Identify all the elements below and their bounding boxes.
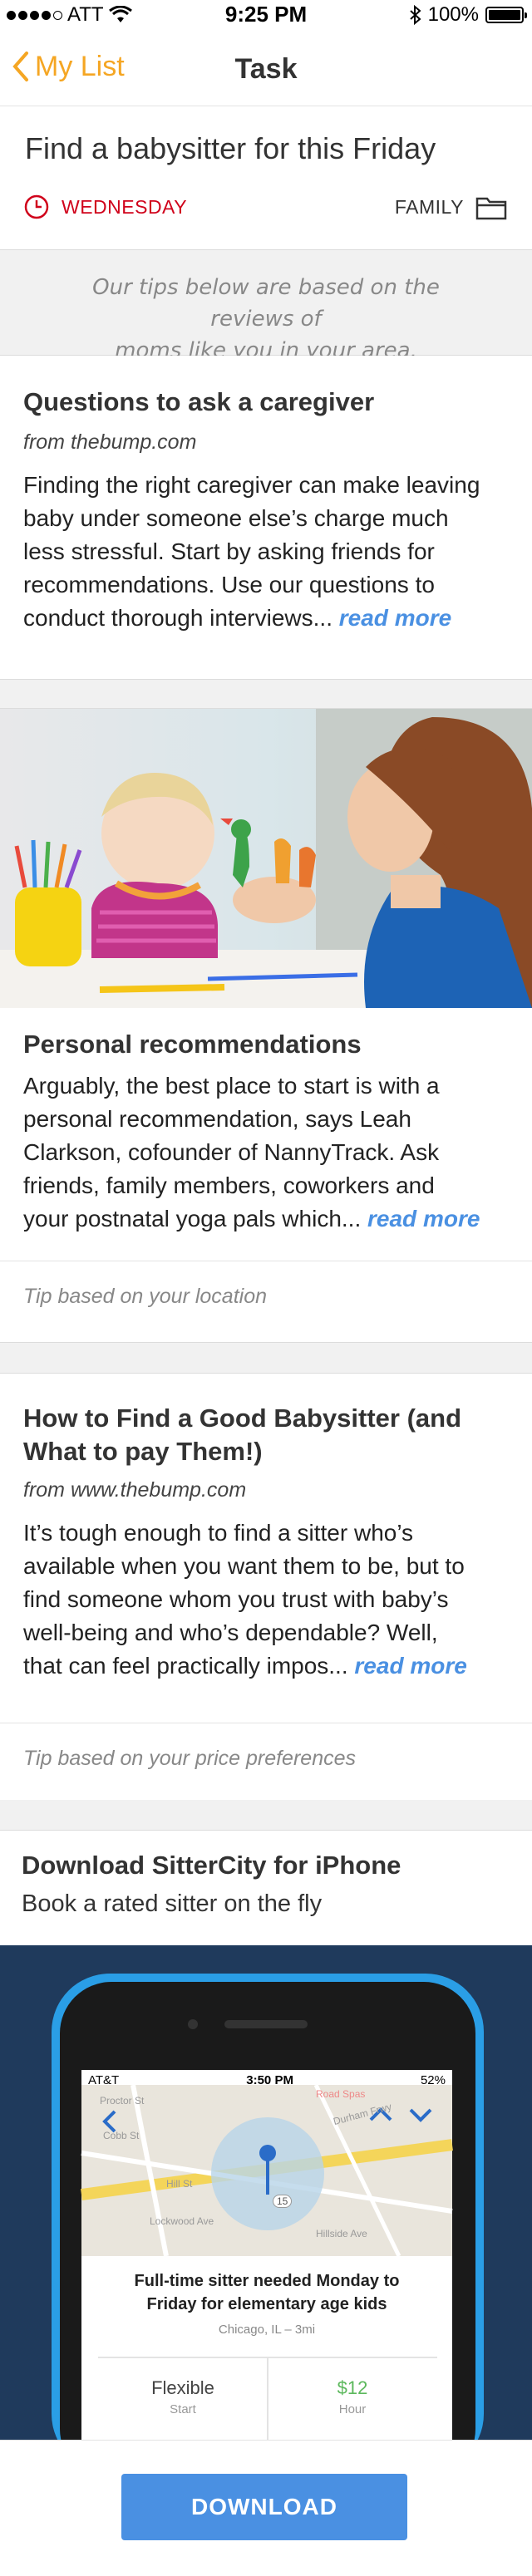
card-title-line: What to pay Them!) (23, 1437, 263, 1466)
chevron-left-icon (12, 52, 28, 81)
body-last-line: that can feel practically impos... read … (23, 1653, 467, 1679)
clock-icon (24, 194, 49, 219)
body-line: available when you want them to be, but … (23, 1553, 465, 1579)
start-label: Start (170, 2402, 196, 2416)
battery-icon (485, 7, 527, 23)
map-label: Road Spas (316, 2088, 366, 2100)
body-last-line: your postnatal yoga pals which... read m… (23, 1206, 480, 1231)
promo-phone-image: AT&T 3:50 PM 52% Proctor St Cobb St Durh… (0, 1945, 532, 2442)
route-badge: 15 (273, 2195, 293, 2208)
body-line: baby under someone else’s charge much (23, 505, 449, 531)
job-location: Chicago, IL – 3mi (218, 2323, 316, 2337)
bluetooth-icon (409, 5, 421, 25)
body-line: friends, family members, coworkers and (23, 1172, 435, 1198)
status-bar: ATT 9:25 PM 100% (0, 0, 532, 33)
body-last-line: conduct thorough interviews... read more (23, 605, 452, 631)
section-gap (0, 1800, 532, 1830)
body-line: Clarkson, cofounder of NannyTrack. Ask (23, 1139, 440, 1165)
tip-footer: Tip based on your price preferences (0, 1723, 532, 1797)
read-more-link[interactable]: read more (367, 1206, 480, 1231)
battery-percent: 100% (427, 3, 479, 26)
card-body: Arguably, the best place to start is wit… (23, 1069, 514, 1236)
map-label: Hill St (166, 2178, 193, 2190)
section-gap (0, 680, 532, 708)
back-button[interactable]: My List (10, 50, 125, 83)
card-title-line: How to Find a Good Babysitter (and (23, 1404, 461, 1433)
download-bar: DOWNLOAD (0, 2440, 532, 2576)
tip-card-questions[interactable]: Questions to ask a caregiver from thebum… (0, 356, 532, 680)
card-title: Questions to ask a caregiver (23, 387, 375, 416)
task-title: Find a babysitter for this Friday (25, 131, 436, 165)
card-source: from www.thebump.com (23, 1478, 247, 1502)
rate-value: $12 (337, 2377, 368, 2398)
job-title: Full-time sitter needed Monday to Friday… (134, 2272, 400, 2313)
promo-title: Download SitterCity for iPhone (22, 1851, 401, 1880)
map-label: Cobb St (103, 2130, 140, 2141)
section-gap (0, 1343, 532, 1373)
body-line: It’s tough enough to find a sitter who’s (23, 1520, 414, 1546)
tips-info-banner: Our tips below are based on the reviews … (0, 249, 532, 363)
body-line: find someone whom you trust with baby’s (23, 1586, 449, 1612)
rate-label: Hour (338, 2402, 367, 2416)
task-day-label: WEDNESDAY (62, 195, 188, 218)
mother-child-photo (0, 709, 532, 1008)
read-more-link[interactable]: read more (339, 605, 451, 631)
phone-status: AT&T 3:50 PM 52% (88, 2073, 446, 2087)
card-body: It’s tough enough to find a sitter who’s… (23, 1517, 514, 1683)
task-category-label: FAMILY (394, 195, 464, 218)
card-source: from thebump.com (23, 430, 197, 454)
card-body: Finding the right caregiver can make lea… (23, 469, 514, 635)
body-line: well-being and who’s dependable? Well, (23, 1620, 438, 1645)
body-line: less stressful. Start by asking friends … (23, 538, 435, 564)
download-button[interactable]: DOWNLOAD (121, 2474, 407, 2540)
nav-bar: My List Task (0, 33, 532, 106)
info-line-1: Our tips below are based on the reviews … (92, 275, 440, 332)
start-value: Flexible (151, 2377, 214, 2398)
read-more-link[interactable]: read more (354, 1653, 466, 1679)
folder-icon (475, 197, 507, 220)
back-label: My List (35, 50, 125, 82)
task-category[interactable]: FAMILY (395, 194, 507, 220)
task-due-day[interactable]: WEDNESDAY (23, 194, 187, 220)
tip-card-recommendations[interactable]: Personal recommendations Arguably, the b… (0, 708, 532, 1343)
body-line: Arguably, the best place to start is wit… (23, 1073, 440, 1099)
status-right: 100% (409, 3, 527, 27)
map-label: Lockwood Ave (150, 2215, 214, 2227)
body-line: personal recommendation, says Leah (23, 1106, 411, 1132)
card-title: How to Find a Good Babysitter (and What … (23, 1402, 461, 1468)
promo-subtitle: Book a rated sitter on the fly (22, 1890, 323, 1917)
map-label: Proctor St (100, 2095, 145, 2107)
body-line: Finding the right caregiver can make lea… (23, 472, 480, 498)
tip-card-find-babysitter[interactable]: How to Find a Good Babysitter (and What … (0, 1373, 532, 1831)
body-line: recommendations. Use our questions to (23, 572, 435, 597)
task-header: Find a babysitter for this Friday WEDNES… (0, 106, 532, 249)
tip-footer: Tip based on your location (0, 1261, 532, 1335)
map-label: Hillside Ave (316, 2228, 367, 2239)
card-title: Personal recommendations (23, 1030, 362, 1059)
